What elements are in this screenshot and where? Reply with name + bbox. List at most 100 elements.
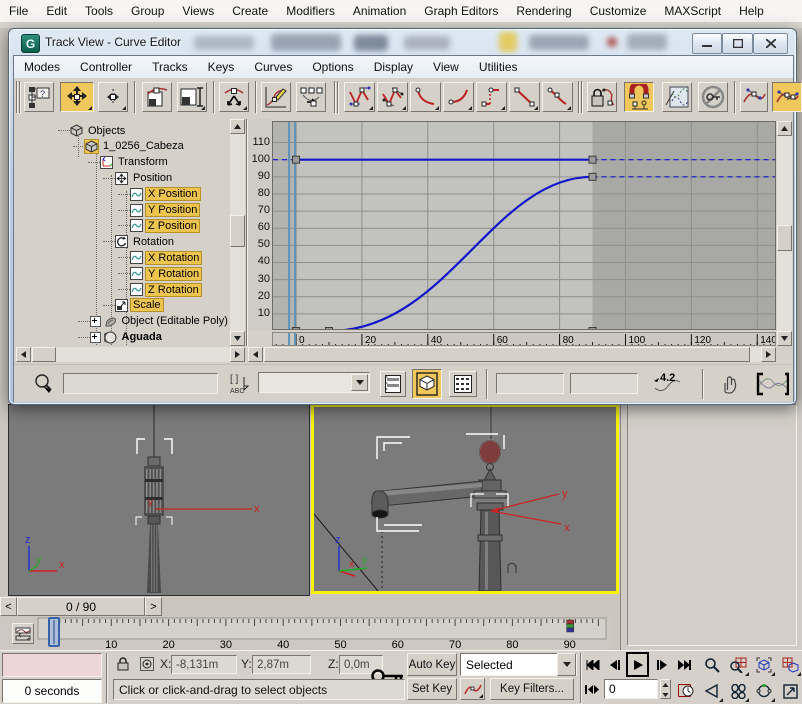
selection-name-field[interactable] [63,373,218,394]
draw-curves-button[interactable] [261,82,291,112]
tree-item-x-rotation[interactable]: X Rotation [118,250,201,265]
close-button[interactable] [753,33,788,54]
trackview-titlebar[interactable]: G Track View - Curve Editor [9,29,796,55]
pan-button[interactable] [715,371,743,397]
tv-menu-item-curves[interactable]: Curves [244,57,302,77]
menu-item-graph-editors[interactable]: Graph Editors [415,1,507,21]
move-keys-horizontal-button[interactable] [98,82,128,112]
set-tangents-step-button[interactable] [476,82,507,112]
frame-back-button[interactable]: < [0,597,17,616]
track-bar[interactable]: 102030405060708090 [0,617,612,651]
dropdown-arrow-icon[interactable] [557,653,576,676]
tree-item-1-0256-cabeza[interactable]: 1_0256_Cabeza [73,139,186,154]
zoom-value-extents-button[interactable] [753,371,791,397]
tv-menu-item-view[interactable]: View [423,57,469,77]
menu-item-views[interactable]: Views [173,1,223,21]
tree-item-aguada[interactable]: Aguada [78,330,164,345]
scroll-right-arrow[interactable] [761,347,776,362]
track-set-dropdown[interactable] [258,372,370,393]
frame-forward-button[interactable]: > [145,597,162,616]
open-mini-curve-editor-button[interactable] [12,623,34,644]
reduce-keys-button[interactable] [296,82,326,112]
scroll-thumb[interactable] [230,215,245,247]
slide-keys-button[interactable] [142,82,172,112]
walk-through-button[interactable] [726,679,750,703]
scale-keys-button[interactable] [177,82,207,112]
track-hierarchy-tree[interactable]: Objects1_0256_CabezaTransformPositionX P… [16,119,230,346]
zoom-button[interactable] [700,653,724,677]
auto-key-button[interactable]: Auto Key [407,653,457,676]
menu-item-edit[interactable]: Edit [37,1,76,21]
snap-frames-button[interactable] [624,82,654,112]
menu-item-create[interactable]: Create [223,1,277,21]
tree-item-z-rotation[interactable]: Z Rotation [118,282,201,297]
set-tangents-linear-button[interactable] [509,82,540,112]
show-geometry-button[interactable] [412,369,442,399]
key-value-field[interactable] [570,373,638,394]
default-tangent-button[interactable] [460,678,485,700]
scroll-thumb[interactable] [777,225,792,251]
frame-spinner-arrows[interactable] [660,679,671,699]
key-time-field[interactable] [496,373,564,394]
scroll-thumb[interactable] [264,347,750,362]
set-tangents-smooth-button[interactable] [542,82,573,112]
zoom-selected-object-button[interactable] [30,371,58,397]
time-ruler[interactable]: 020406080100120140 [272,332,776,346]
menu-item-customize[interactable]: Customize [581,1,656,21]
dope-sheet-button[interactable] [449,371,477,397]
scroll-left-arrow[interactable] [16,347,31,362]
tree-item-scale[interactable]: Scale [103,298,163,313]
tv-menu-item-options[interactable]: Options [302,57,363,77]
scroll-up-arrow[interactable] [777,121,792,136]
current-frame-field[interactable]: 0 [604,679,658,699]
scroll-down-arrow[interactable] [777,331,792,346]
absolute-offset-toggle[interactable] [138,654,156,674]
selection-lock-toggle[interactable] [114,654,132,674]
menu-item-tools[interactable]: Tools [76,1,122,21]
add-keys-button[interactable] [219,82,249,112]
y-coord-field[interactable]: 2,87m [252,655,311,674]
menu-item-maxscript[interactable]: MAXScript [655,1,730,21]
plot-horizontal-scrollbar[interactable] [248,347,776,362]
move-keys-button[interactable] [60,82,94,112]
tree-item-position[interactable]: Position [103,171,174,186]
zoom-extents-button[interactable] [752,653,776,677]
filter-curves-layers-button[interactable] [380,371,406,397]
play-animation-button[interactable] [626,652,649,677]
menu-item-help[interactable]: Help [730,1,773,21]
tv-menu-item-display[interactable]: Display [364,57,423,77]
viewport-perspective-active[interactable]: yxzxy [311,404,619,594]
curve-plot[interactable] [272,121,776,330]
scroll-down-arrow[interactable] [230,331,245,346]
menu-item-group[interactable]: Group [122,1,173,21]
go-to-end-button[interactable] [674,654,693,675]
show-tangents-button[interactable] [740,82,768,112]
filters-button[interactable]: ? [24,82,54,112]
viewport-front[interactable]: xyzxy [8,404,310,596]
previous-frame-button[interactable] [605,654,624,675]
plot-vertical-scrollbar[interactable] [777,121,792,346]
expand-icon[interactable] [90,316,101,327]
maxscript-mini-listener[interactable] [2,653,102,677]
scroll-up-arrow[interactable] [230,119,245,134]
selection-set-dropdown[interactable]: Selected [460,653,577,676]
set-tangents-slow-button[interactable] [443,82,474,112]
tree-item-object-editable-poly-[interactable]: Object (Editable Poly) [78,314,230,329]
tree-item-x-position[interactable]: X Position [118,187,200,202]
tv-menu-item-modes[interactable]: Modes [14,57,70,77]
next-frame-button[interactable] [652,654,671,675]
tv-menu-item-utilities[interactable]: Utilities [469,57,528,77]
menu-item-animation[interactable]: Animation [344,1,415,21]
maximize-viewport-toggle[interactable] [778,679,802,703]
time-tag-field[interactable]: 0 seconds [2,679,102,703]
orbit-button[interactable] [752,679,776,703]
parameter-out-of-range-button[interactable] [662,82,692,112]
set-tangents-auto-button[interactable] [344,82,375,112]
show-selected-key-stats-button[interactable]: 4.2 [650,371,684,397]
scroll-thumb[interactable] [32,347,56,362]
tree-item-y-rotation[interactable]: Y Rotation [118,266,201,281]
maximize-button[interactable] [722,33,753,54]
go-to-start-button[interactable] [583,654,602,675]
show-keyable-icons-button[interactable] [698,82,728,112]
zoom-all-button[interactable] [726,653,750,677]
